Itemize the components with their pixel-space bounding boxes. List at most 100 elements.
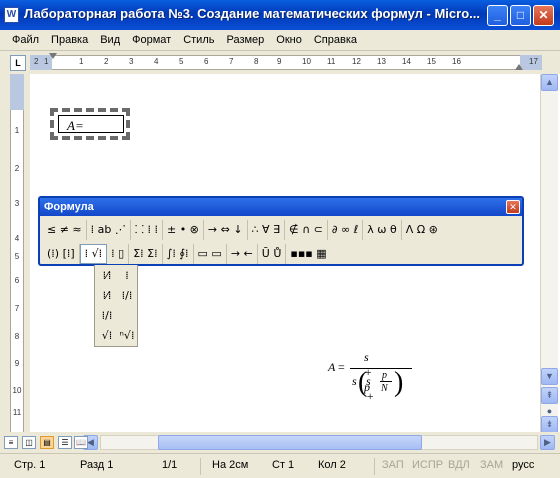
ruler-tick: 9 xyxy=(277,57,282,66)
title-bar: W Лабораторная работа №3. Создание матем… xyxy=(0,0,560,30)
status-language: русс xyxy=(512,459,535,471)
status-ext[interactable]: ВДЛ xyxy=(448,459,470,471)
formula-toolbar: Формула ✕ ≤ ≠ ≈ ⁞ ab ⋰ ⸬ ⁞ ⁞ ± • ⊗ → ⇔ ↓… xyxy=(38,196,524,266)
ruler-tick: 17 xyxy=(529,57,538,66)
minimize-button[interactable]: _ xyxy=(487,5,508,26)
formula-inner-denominator: N xyxy=(381,383,388,394)
formula-row-2: (⁞) [⁞] ⁞ √⁞ ⁞ ▯ Σ⁞ Σ⁞ ∫⁞ ∮⁞ ▭ ▭ → ← Ū Ů… xyxy=(43,242,331,265)
formula-close-icon[interactable]: ✕ xyxy=(506,200,520,214)
vruler-tick: 9 xyxy=(14,359,20,368)
logic-button[interactable]: ∴ ∀ ∃ xyxy=(248,219,286,240)
palette-small-fraction[interactable]: ⁞ xyxy=(117,267,137,285)
greek-lower-button[interactable]: λ ω θ xyxy=(363,219,402,240)
misc-symbols-button[interactable]: ∂ ∞ ℓ xyxy=(328,219,364,240)
subscript-templates-button[interactable]: ⁞ ▯ xyxy=(107,243,130,264)
layout-view-icon[interactable]: ▤ xyxy=(40,436,54,449)
word-icon[interactable]: W xyxy=(4,7,19,23)
ruler-tick: 15 xyxy=(427,57,436,66)
fraction-radical-button[interactable]: ⁞ √⁞ xyxy=(79,243,108,264)
palette-baseline-slash[interactable]: ⁞/⁞ xyxy=(97,307,117,325)
palette-small-slash[interactable]: ⁞/⁞ xyxy=(117,287,137,305)
ruler-tick: 5 xyxy=(179,57,184,66)
status-bar: Стр. 1 Разд 1 1/1 На 2см Ст 1 Кол 2 ЗАП … xyxy=(0,453,560,478)
equation-edit-field[interactable]: A= xyxy=(58,115,124,133)
menu-edit[interactable]: Правка xyxy=(45,31,94,50)
web-view-icon[interactable]: ◫ xyxy=(22,436,36,449)
menu-format[interactable]: Формат xyxy=(126,31,177,50)
tab-stop-selector[interactable]: L xyxy=(10,55,26,71)
scroll-down-icon[interactable]: ▼ xyxy=(541,368,558,385)
vruler-tick: 11 xyxy=(12,408,22,417)
status-pages: 1/1 xyxy=(162,459,178,471)
status-separator xyxy=(200,458,201,475)
vertical-ruler[interactable]: 1 2 3 4 5 6 7 8 9 10 11 xyxy=(0,74,30,432)
ruler-tick: 11 xyxy=(327,57,336,66)
ruler-tick: 2 xyxy=(104,57,109,66)
equation-object[interactable]: A= xyxy=(50,108,130,140)
menu-window[interactable]: Окно xyxy=(270,31,308,50)
integral-templates-button[interactable]: ∫⁞ ∮⁞ xyxy=(163,243,194,264)
set-theory-button[interactable]: ∉ ∩ ⊂ xyxy=(285,219,328,240)
normal-view-icon[interactable]: ≡ xyxy=(4,436,18,449)
prev-page-icon[interactable]: ⇞ xyxy=(541,387,558,404)
equation-text: A= xyxy=(67,118,84,133)
palette-full-fraction[interactable]: ⁞⁄⁞ xyxy=(97,267,117,285)
ruler-tick: 1 xyxy=(44,57,49,66)
status-rec[interactable]: ЗАП xyxy=(382,459,404,471)
summation-templates-button[interactable]: Σ⁞ Σ⁞ xyxy=(129,243,163,264)
horizontal-ruler[interactable]: 2 1 1 2 3 4 5 6 7 8 9 10 11 12 13 14 15 … xyxy=(0,51,560,74)
menu-view[interactable]: Вид xyxy=(94,31,126,50)
scroll-right-icon[interactable]: ▶ xyxy=(540,435,555,450)
menu-file[interactable]: Файл xyxy=(6,31,45,50)
palette-slash-fraction[interactable]: ⁞⁄⁞ xyxy=(97,287,117,305)
formula-inner-numerator: p xyxy=(382,370,387,381)
next-page-icon[interactable]: ⇟ xyxy=(541,416,558,433)
status-page: Стр. 1 xyxy=(14,459,46,471)
formula-toolbar-title[interactable]: Формула xyxy=(40,198,522,216)
status-line: Ст 1 xyxy=(272,459,295,471)
formula-equals: = xyxy=(338,360,345,374)
menu-size[interactable]: Размер xyxy=(220,31,270,50)
labeled-arrow-button[interactable]: → ← xyxy=(227,243,258,264)
status-at: На 2см xyxy=(212,459,249,471)
outline-view-icon[interactable]: ☰ xyxy=(58,436,72,449)
product-templates-button[interactable]: Ū Ů xyxy=(258,243,287,264)
greek-upper-button[interactable]: Λ Ω ⊛ xyxy=(402,220,442,240)
left-indent-marker[interactable] xyxy=(49,53,57,59)
menu-style[interactable]: Стиль xyxy=(177,31,220,50)
arrows-button[interactable]: → ⇔ ↓ xyxy=(204,219,248,240)
underbar-templates-button[interactable]: ▭ ▭ xyxy=(194,243,227,264)
ruler-tick: 4 xyxy=(154,57,159,66)
vruler-tick: 7 xyxy=(14,304,20,313)
formula-denominator-left: s xyxy=(352,374,357,388)
menu-help[interactable]: Справка xyxy=(308,31,363,50)
reading-view-icon[interactable]: 📖 xyxy=(74,436,88,449)
ruler-tick: 12 xyxy=(352,57,361,66)
status-ovr[interactable]: ЗАМ xyxy=(480,459,503,471)
ruler-tick: 8 xyxy=(254,57,259,66)
fence-templates-button[interactable]: (⁞) [⁞] xyxy=(43,243,80,264)
relations-button[interactable]: ≤ ≠ ≈ xyxy=(43,219,87,240)
spaces-ellipses-button[interactable]: ⁞ ab ⋰ xyxy=(87,219,131,240)
paren-right: ) xyxy=(394,367,404,398)
maximize-button[interactable]: □ xyxy=(510,5,531,26)
right-indent-marker[interactable] xyxy=(515,64,523,70)
status-section: Разд 1 xyxy=(80,459,114,471)
matrix-templates-button[interactable]: ▪▪▪ ▦ xyxy=(286,244,330,264)
ruler-tick: 6 xyxy=(204,57,209,66)
palette-nth-root[interactable]: ⁿ√⁞ xyxy=(117,327,137,345)
close-button[interactable]: ✕ xyxy=(533,5,554,26)
hscroll-thumb[interactable] xyxy=(158,435,422,450)
embellishments-button[interactable]: ⸬ ⁞ ⁞ xyxy=(131,219,163,240)
status-trk[interactable]: ИСПР xyxy=(412,459,443,471)
operators-button[interactable]: ± • ⊗ xyxy=(163,219,204,240)
vruler-tick: 5 xyxy=(14,252,20,261)
formula-row-1: ≤ ≠ ≈ ⁞ ab ⋰ ⸬ ⁞ ⁞ ± • ⊗ → ⇔ ↓ ∴ ∀ ∃ ∉ ∩… xyxy=(43,218,442,241)
palette-square-root[interactable]: √⁞ xyxy=(97,327,117,345)
window-title: Лабораторная работа №3. Создание математ… xyxy=(24,6,480,21)
vruler-tick: 6 xyxy=(14,276,20,285)
scroll-up-icon[interactable]: ▲ xyxy=(541,74,558,91)
vruler-tick: 3 xyxy=(14,199,20,208)
fraction-radical-palette: ⁞⁄⁞ ⁞ ⁞⁄⁞ ⁞/⁞ ⁞/⁞ √⁞ ⁿ√⁞ xyxy=(94,265,138,347)
vertical-scrollbar[interactable]: ▲ ▼ ⇞ ● ⇟ xyxy=(540,74,558,433)
